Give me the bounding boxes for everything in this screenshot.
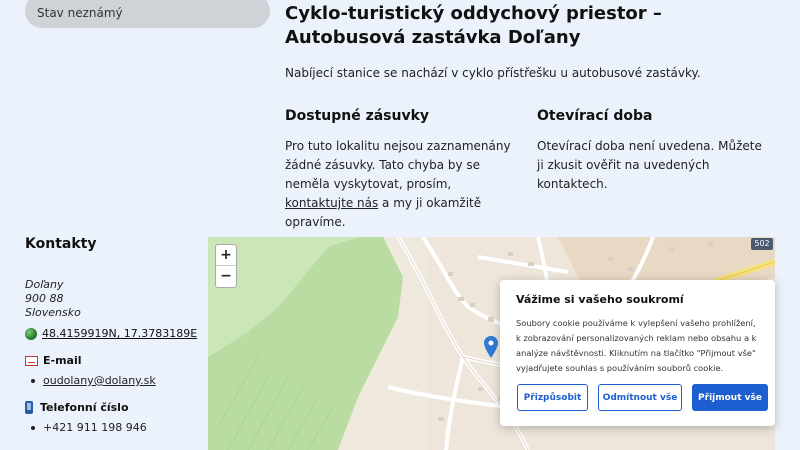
coordinates-link[interactable]: 48.4159919N, 17.3783189E (42, 327, 197, 340)
sockets-text: Pro tuto lokalitu nejsou zaznamenány žád… (285, 137, 520, 232)
phone-icon (25, 401, 33, 414)
location-marker-icon[interactable] (484, 336, 498, 358)
sockets-title: Dostupné zásuvky (285, 108, 430, 124)
reject-all-button[interactable]: Odmítnout vše (598, 384, 682, 411)
cookie-buttons: Přizpůsobit Odmítnout vše Přijmout vše (517, 384, 768, 411)
zoom-out-button[interactable]: − (216, 266, 236, 287)
sockets-text-before: Pro tuto lokalitu nejsou zaznamenány žád… (285, 139, 511, 191)
hours-title: Otevírací doba (537, 108, 653, 124)
page-title: Cyklo-turistický oddychový priestor – Au… (285, 3, 662, 48)
email-label: E-mail (43, 354, 82, 367)
email-icon (25, 355, 38, 366)
phone-label: Telefonní číslo (40, 401, 129, 414)
zoom-control: + − (215, 244, 237, 288)
contacts-section: Kontakty Doľany 900 88 Slovensko 48.4159… (25, 236, 205, 434)
cookie-title: Vážime si vašeho soukromí (516, 293, 684, 306)
status-pill[interactable]: Stav neznámý (25, 0, 270, 28)
contacts-title: Kontakty (25, 236, 97, 252)
address-city: Doľany (25, 278, 64, 291)
globe-icon (25, 327, 37, 340)
station-intro: Nabíjecí stanice se nachází v cyklo přís… (285, 66, 701, 80)
cookie-consent-dialog: Vážime si vašeho soukromí Soubory cookie… (500, 280, 775, 426)
contact-us-link[interactable]: kontaktujte nás (285, 196, 378, 210)
customize-button[interactable]: Přizpůsobit (517, 384, 588, 411)
phone-number[interactable]: +421 911 198 946 (43, 421, 147, 434)
email-heading: E-mail (25, 354, 205, 367)
address-country: Slovensko (25, 306, 81, 319)
zoom-in-button[interactable]: + (216, 245, 236, 266)
cookie-text: Soubory cookie používáme k vylepšení vaš… (516, 318, 757, 373)
coordinates-row: 48.4159919N, 17.3783189E (25, 327, 205, 340)
hours-text: Otevírací doba není uvedena. Můžete ji z… (537, 139, 762, 191)
status-label: Stav neznámý (37, 6, 123, 20)
address: Doľany 900 88 Slovensko (25, 278, 205, 320)
road-number-badge: 502 (751, 238, 773, 250)
address-zip: 900 88 (25, 292, 64, 305)
email-link[interactable]: oudolany@dolany.sk (43, 374, 156, 387)
phone-item: +421 911 198 946 (25, 421, 205, 434)
phone-heading: Telefonní číslo (25, 401, 205, 414)
email-item: oudolany@dolany.sk (25, 374, 205, 387)
accept-all-button[interactable]: Přijmout vše (692, 384, 768, 411)
